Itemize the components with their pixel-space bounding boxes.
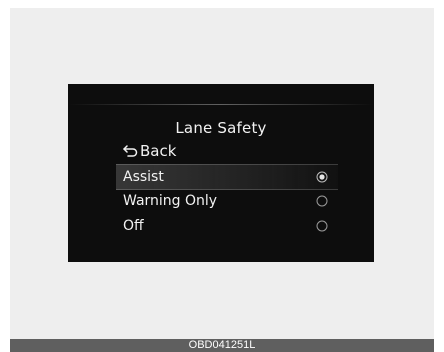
back-button[interactable]: Back: [122, 141, 176, 161]
option-warning-only[interactable]: Warning Only: [116, 189, 338, 213]
option-label: Assist: [123, 169, 164, 185]
lane-safety-screen: Lane Safety Back Assist Warning Only Off: [68, 84, 374, 262]
option-label: Warning Only: [123, 193, 218, 209]
radio-selected-icon[interactable]: [316, 171, 328, 183]
footer-bar: OBD041251L: [10, 339, 434, 352]
page-title: Lane Safety: [175, 119, 267, 137]
top-divider: [68, 104, 374, 105]
back-arrow-icon: [123, 145, 138, 157]
figure-code: OBD041251L: [188, 339, 256, 351]
back-label: Back: [140, 142, 177, 160]
option-off[interactable]: Off: [116, 214, 338, 238]
radio-unselected-icon[interactable]: [316, 220, 328, 232]
option-assist[interactable]: Assist: [116, 164, 338, 190]
radio-unselected-icon[interactable]: [316, 195, 328, 207]
option-label: Off: [123, 218, 144, 234]
